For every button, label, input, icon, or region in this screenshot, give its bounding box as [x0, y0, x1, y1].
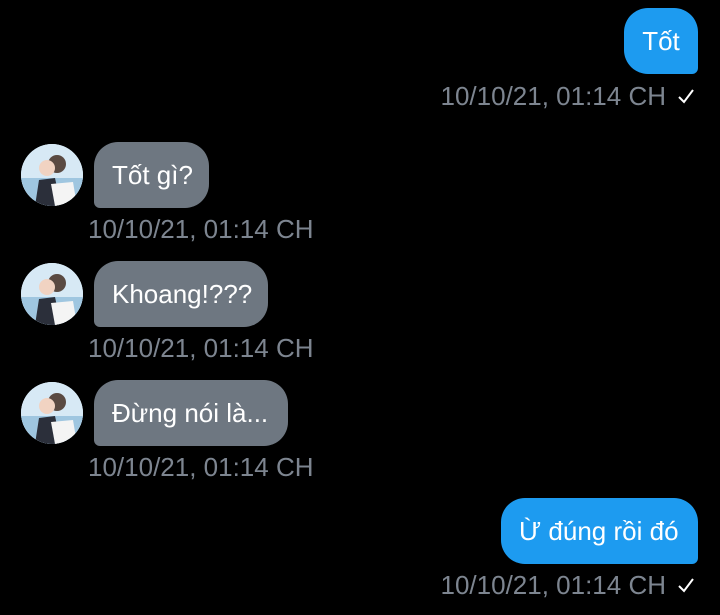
contact-avatar[interactable]	[21, 144, 83, 206]
message-text: Khoang!???	[112, 279, 253, 309]
avatar-image	[21, 382, 83, 444]
contact-avatar[interactable]	[21, 382, 83, 444]
message-bubble-received-1[interactable]: Tốt gì?	[94, 142, 209, 208]
message-timestamp: 10/10/21, 01:14 CH	[440, 81, 667, 111]
message-bubble-received-2[interactable]: Khoang!???	[94, 261, 268, 327]
message-timestamp-row: 10/10/21, 01:14 CH	[441, 570, 697, 600]
message-bubble-received-3[interactable]: Đừng nói là...	[94, 380, 288, 446]
message-timestamp: 10/10/21, 01:14 CH	[88, 452, 314, 482]
message-bubble-sent-1[interactable]: Tốt	[624, 8, 698, 74]
checkmark-icon	[678, 578, 694, 593]
message-text: Ừ đúng rồi đó	[519, 516, 679, 546]
message-text: Tốt	[642, 26, 680, 56]
contact-avatar[interactable]	[21, 263, 83, 325]
message-bubble-sent-2[interactable]: Ừ đúng rồi đó	[501, 498, 698, 564]
avatar-image	[21, 263, 83, 325]
message-timestamp: 10/10/21, 01:14 CH	[440, 570, 667, 600]
avatar-image	[21, 144, 83, 206]
message-timestamp-row: 10/10/21, 01:14 CH	[441, 81, 697, 111]
message-timestamp: 10/10/21, 01:14 CH	[88, 333, 314, 363]
checkmark-icon	[678, 89, 694, 104]
message-timestamp: 10/10/21, 01:14 CH	[88, 214, 314, 244]
message-text: Tốt gì?	[112, 160, 193, 190]
message-text: Đừng nói là...	[112, 398, 269, 428]
